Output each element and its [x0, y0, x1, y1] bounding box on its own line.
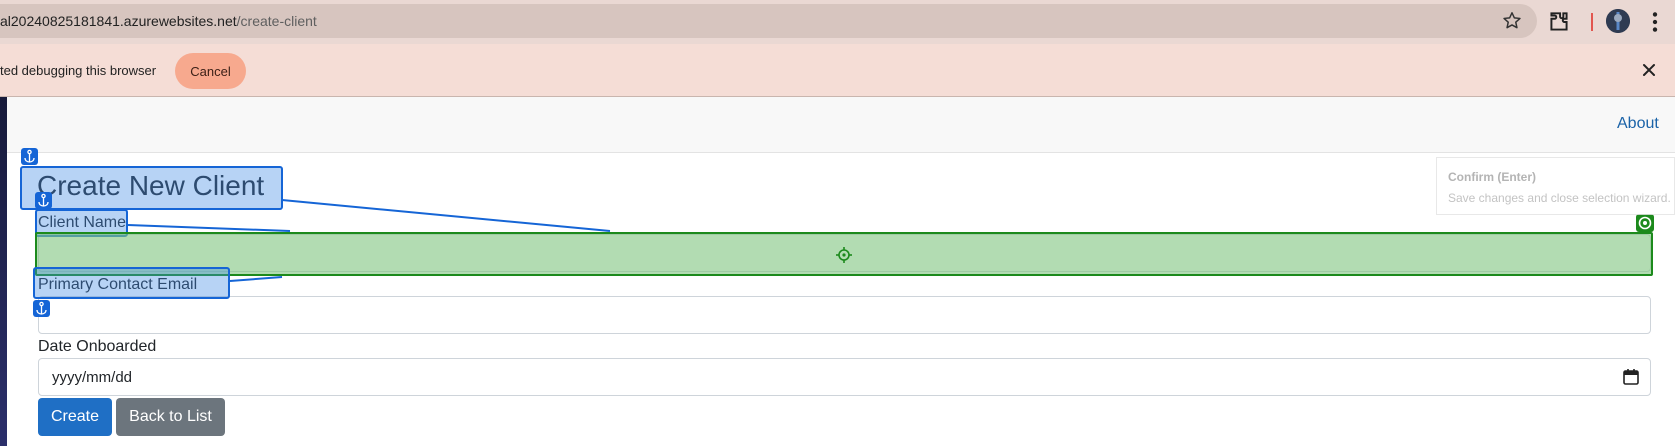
anchor-handle[interactable] [21, 148, 38, 165]
left-edge-strip [0, 97, 7, 446]
infobar-message: ted debugging this browser [0, 63, 157, 78]
tooltip-title: Confirm (Enter) [1448, 170, 1536, 184]
target-ring-icon [1638, 216, 1652, 230]
anchor-handle[interactable] [35, 192, 52, 209]
profile-avatar-icon [1606, 9, 1630, 33]
toolbar-separator [1591, 13, 1593, 31]
create-button[interactable]: Create [38, 398, 112, 436]
cancel-debugging-button[interactable]: Cancel [175, 53, 246, 89]
browser-toolbar: al20240825181841.azurewebsites.net/creat… [0, 0, 1675, 44]
back-to-list-button[interactable]: Back to List [116, 398, 225, 436]
close-icon[interactable] [1637, 58, 1661, 82]
bookmark-star-icon[interactable] [1501, 10, 1523, 32]
url-path: /create-client [236, 13, 317, 29]
app-navbar: About [7, 97, 1675, 153]
url-host: al20240825181841.azurewebsites.net [0, 13, 237, 29]
selection-box-title[interactable] [20, 166, 283, 210]
crosshair-target-icon [836, 247, 852, 263]
date-label: Date Onboarded [38, 338, 157, 355]
menu-kebab-icon[interactable] [1642, 9, 1668, 35]
url-text[interactable]: al20240825181841.azurewebsites.net/creat… [0, 13, 317, 29]
email-input[interactable] [38, 296, 1651, 334]
anchor-icon [24, 149, 35, 163]
confirm-tooltip: Confirm (Enter) Save changes and close s… [1436, 157, 1675, 215]
address-bar[interactable]: al20240825181841.azurewebsites.net/creat… [0, 4, 1537, 38]
date-input[interactable]: yyyy/mm/dd [38, 358, 1651, 396]
debugging-infobar: ted debugging this browser Cancel [0, 44, 1675, 97]
anchor-icon [36, 301, 47, 315]
selection-box-email[interactable] [33, 267, 230, 299]
nav-link-about[interactable]: About [1617, 115, 1659, 133]
anchor-handle[interactable] [33, 300, 50, 317]
date-placeholder: yyyy/mm/dd [52, 369, 133, 386]
profile-avatar[interactable] [1606, 9, 1630, 33]
calendar-icon[interactable] [1622, 368, 1640, 386]
extensions-icon[interactable] [1546, 9, 1572, 35]
confirm-selection-handle[interactable] [1636, 214, 1654, 232]
tooltip-subtitle: Save changes and close selection wizard. [1448, 191, 1671, 205]
anchor-icon [38, 193, 49, 207]
